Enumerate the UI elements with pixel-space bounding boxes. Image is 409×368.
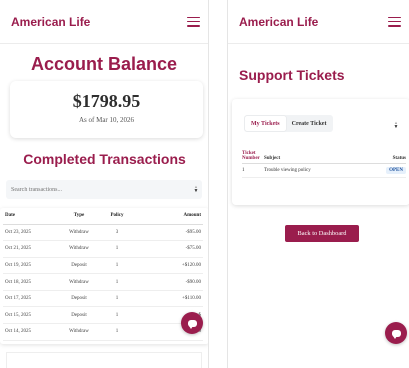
brand-logo[interactable]: American Life (11, 15, 90, 29)
table-row: Oct 21, 2025 Withdraw 1 -$75.00 (3, 240, 203, 258)
page-title: Account Balance (30, 54, 178, 74)
page-title: Support Tickets (239, 67, 345, 83)
search-input[interactable] (11, 186, 190, 193)
cell-policy: 1 (103, 306, 131, 325)
cell-policy: 1 (103, 257, 131, 275)
balance-card: $1798.95 As of Mar 10, 2026 (10, 81, 203, 138)
cell-type: Withdraw (55, 224, 103, 242)
table-header-row: Date Type Policy Amount (3, 208, 203, 225)
account-balance-screen: American Life Account Balance $1798.95 A… (0, 0, 209, 368)
hamburger-icon[interactable] (187, 16, 200, 27)
cell-date: Oct 21, 2025 (3, 240, 55, 258)
cell-type: Deposit (55, 306, 103, 325)
column-header-type[interactable]: Type (55, 208, 103, 225)
tab-my-tickets[interactable]: My Tickets (245, 116, 286, 131)
hamburger-icon[interactable] (388, 16, 401, 27)
sort-icon[interactable]: ▲ ▼ (190, 180, 202, 199)
column-header-ticket-number[interactable]: Ticket Number (242, 151, 264, 164)
sort-icon[interactable]: ▲ ▼ (390, 116, 402, 135)
balance-date: As of Mar 10, 2026 (78, 116, 135, 124)
cell-amount: -$90.00 (131, 273, 203, 291)
cell-amount: -$75.00 (131, 240, 203, 258)
cell-ticket-number: 1 (242, 163, 264, 178)
cell-type: Deposit (55, 257, 103, 275)
table-row: Oct 15, 2025 Deposit 1 +$ (3, 306, 203, 325)
cell-date: Oct 19, 2025 (3, 257, 55, 275)
table-header-row: Ticket Number Subject Status (242, 151, 406, 164)
back-to-dashboard-button[interactable]: Back to Dashboard (285, 225, 359, 242)
cell-type: Deposit (55, 290, 103, 308)
ticket-tabs: My Tickets Create Ticket (244, 115, 334, 132)
column-header-status[interactable]: Status (363, 151, 406, 164)
transactions-table-card: Date Type Policy Amount Oct 23, 2025 Wit… (0, 208, 208, 344)
table-row: Oct 19, 2025 Deposit 1 +$120.00 (3, 257, 203, 275)
cell-subject[interactable]: Trouble viewing policy (264, 163, 364, 178)
column-header-subject[interactable]: Subject (264, 151, 364, 164)
cell-policy: 1 (103, 323, 131, 341)
cell-amount: +$120.00 (131, 257, 203, 275)
footer-card (6, 352, 202, 368)
cell-policy: 3 (103, 224, 131, 242)
table-row: Oct 17, 2025 Deposit 1 +$110.00 (3, 290, 203, 308)
chat-icon[interactable] (385, 322, 407, 344)
search-bar: ▲▼ (6, 180, 202, 199)
cell-policy: 1 (103, 240, 131, 258)
table-row: Oct 18, 2025 Withdraw 1 -$90.00 (3, 273, 203, 291)
status-cell: OPEN (363, 163, 406, 178)
cell-amount: -$95.00 (131, 224, 203, 242)
cell-date: Oct 15, 2025 (3, 306, 55, 325)
support-tickets-screen: American Life Support Tickets My Tickets… (227, 0, 409, 368)
app-header: American Life (228, 0, 409, 44)
cell-date: Oct 14, 2025 (3, 323, 55, 341)
chat-icon[interactable] (181, 312, 203, 334)
tickets-table: Ticket Number Subject Status 1 Trouble v… (242, 151, 406, 178)
brand-logo[interactable]: American Life (239, 15, 318, 29)
cell-type: Withdraw (55, 240, 103, 258)
tab-create-ticket[interactable]: Create Ticket (286, 116, 333, 131)
cell-type: Withdraw (55, 273, 103, 291)
cell-date: Oct 23, 2025 (3, 224, 55, 242)
cell-date: Oct 17, 2025 (3, 290, 55, 308)
status-badge: OPEN (386, 167, 406, 174)
column-header-policy[interactable]: Policy (103, 208, 131, 225)
tickets-card: My Tickets Create Ticket ▲ ▼ Ticket Numbe… (232, 99, 409, 205)
transactions-table: Date Type Policy Amount Oct 23, 2025 Wit… (3, 208, 203, 341)
transactions-title: Completed Transactions (23, 151, 186, 167)
table-row: Oct 23, 2025 Withdraw 3 -$95.00 (3, 224, 203, 242)
cell-date: Oct 18, 2025 (3, 273, 55, 291)
cell-type: Withdraw (55, 323, 103, 341)
table-row[interactable]: 1 Trouble viewing policy OPEN (242, 163, 406, 178)
column-header-amount[interactable]: Amount (131, 208, 203, 225)
column-header-date[interactable]: Date (3, 208, 55, 225)
cell-amount: +$110.00 (131, 290, 203, 308)
cell-policy: 1 (103, 290, 131, 308)
app-header: American Life (0, 0, 208, 44)
table-row: Oct 14, 2025 Withdraw 1 -$25.00 (3, 323, 203, 341)
balance-amount: $1798.95 (72, 91, 141, 111)
cell-policy: 1 (103, 273, 131, 291)
